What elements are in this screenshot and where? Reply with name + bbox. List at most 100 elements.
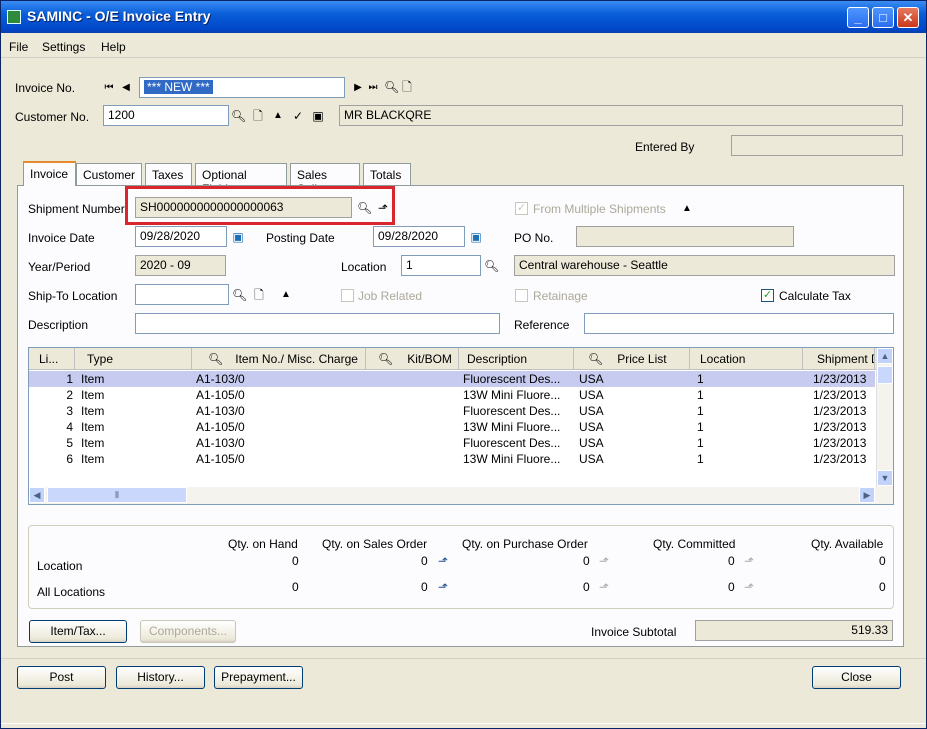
ship-to-zoom-icon[interactable]: ▲ [279, 288, 293, 302]
invoice-date-calendar-icon[interactable]: ▣ [231, 230, 245, 244]
new-invoice-icon[interactable]: 🗋 [400, 80, 414, 94]
cell-line[interactable]: 1 [29, 371, 73, 387]
col-item-no[interactable]: 🔍︎ Item No./ Misc. Charge [192, 348, 366, 370]
tab-sales-split[interactable]: Sales Split [290, 163, 360, 196]
table-row[interactable]: 2 Item A1-105/0 13W Mini Fluore... USA 1 1/23/… [29, 387, 875, 403]
table-row[interactable]: 3 Item A1-103/0 Fluorescent Des... USA 1 1/23/… [29, 403, 875, 419]
cell-line[interactable]: 4 [29, 419, 73, 435]
cell-kit[interactable] [369, 403, 455, 419]
cell-location[interactable]: 1 [697, 435, 797, 451]
cell-type[interactable]: Item [81, 419, 181, 435]
maximize-button[interactable]: □ [872, 7, 894, 28]
cell-item[interactable]: A1-105/0 [196, 451, 356, 467]
item-finder-icon[interactable]: 🔍︎ [208, 352, 223, 366]
table-row[interactable]: 4 Item A1-105/0 13W Mini Fluore... USA 1 1/23/… [29, 419, 875, 435]
retainage-checkbox[interactable] [515, 289, 528, 302]
cell-line[interactable]: 5 [29, 435, 73, 451]
reference-field[interactable] [584, 313, 894, 334]
tab-invoice[interactable]: Invoice [23, 161, 76, 186]
components-button[interactable]: Components... [140, 620, 236, 643]
cell-price-list[interactable]: USA [579, 451, 679, 467]
cell-location[interactable]: 1 [697, 403, 797, 419]
scroll-left-button[interactable]: ◀ [29, 487, 45, 503]
first-record-icon[interactable]: ⏮ [102, 81, 116, 95]
sales-order-drilldown-icon[interactable]: ⬏ [436, 554, 450, 568]
invoice-no-field[interactable]: *** NEW *** [139, 77, 345, 98]
tab-totals[interactable]: Totals [363, 163, 411, 185]
cell-item[interactable]: A1-103/0 [196, 435, 356, 451]
detail-grid[interactable]: Li... Type 🔍︎ Item No./ Misc. Charge 🔍︎ Ki… [28, 347, 894, 505]
cell-location[interactable]: 1 [697, 371, 797, 387]
cell-ship-date[interactable]: 1/23/2013 [813, 419, 875, 435]
committed-drilldown-icon[interactable]: ⬏ [742, 554, 756, 568]
tab-optional-fields[interactable]: Optional Fields [195, 163, 287, 196]
cell-desc[interactable]: 13W Mini Fluore... [463, 451, 569, 467]
cell-ship-date[interactable]: 1/23/2013 [813, 403, 875, 419]
cell-price-list[interactable]: USA [579, 403, 679, 419]
cell-type[interactable]: Item [81, 371, 181, 387]
customer-finder-icon[interactable]: 🔍︎ [231, 109, 246, 123]
cell-line[interactable]: 3 [29, 403, 73, 419]
location-field[interactable]: 1 [401, 255, 481, 276]
cell-type[interactable]: Item [81, 387, 181, 403]
col-type[interactable]: Type [75, 348, 192, 370]
tab-taxes[interactable]: Taxes [145, 163, 192, 185]
cell-line[interactable]: 2 [29, 387, 73, 403]
cell-kit[interactable] [369, 371, 455, 387]
cell-item[interactable]: A1-105/0 [196, 419, 356, 435]
previous-record-icon[interactable]: ◀ [119, 81, 133, 95]
col-line[interactable]: Li... [29, 348, 75, 370]
cell-ship-date[interactable]: 1/23/2013 [813, 451, 875, 467]
col-location[interactable]: Location [690, 348, 803, 370]
scroll-right-button[interactable]: ▶ [859, 487, 875, 503]
cell-ship-date[interactable]: 1/23/2013 [813, 435, 875, 451]
tab-customer[interactable]: Customer [76, 163, 142, 185]
horizontal-scrollbar[interactable]: ◀ ⦀ ▶ [29, 487, 893, 504]
history-button[interactable]: History... [116, 666, 205, 689]
multiple-shipments-zoom-icon[interactable]: ▲ [680, 202, 694, 216]
cell-price-list[interactable]: USA [579, 371, 679, 387]
cell-type[interactable]: Item [81, 435, 181, 451]
ship-to-location-field[interactable] [135, 284, 229, 305]
table-row[interactable]: 6 Item A1-105/0 13W Mini Fluore... USA 1 1/23/… [29, 451, 875, 467]
col-kit-bom[interactable]: 🔍︎ Kit/BOM [366, 348, 459, 370]
minimize-button[interactable]: _ [847, 7, 869, 28]
zoom-up-icon[interactable]: ▲ [271, 109, 285, 123]
all-purchase-order-drilldown-icon[interactable]: ⬏ [597, 580, 611, 594]
invoice-finder-icon[interactable]: 🔍︎ [384, 80, 399, 94]
cell-item[interactable]: A1-103/0 [196, 371, 356, 387]
cell-location[interactable]: 1 [697, 387, 797, 403]
check-credit-icon[interactable]: ✓ [291, 109, 305, 123]
cell-type[interactable]: Item [81, 451, 181, 467]
col-shipment-date[interactable]: Shipment D [803, 348, 875, 370]
ship-to-finder-icon[interactable]: 🔍︎ [232, 288, 247, 302]
cell-desc[interactable]: 13W Mini Fluore... [463, 387, 569, 403]
cell-kit[interactable] [369, 419, 455, 435]
invoice-date-field[interactable]: 09/28/2020 [135, 226, 227, 247]
close-button[interactable]: Close [812, 666, 901, 689]
price-list-finder-icon[interactable]: 🔍︎ [588, 352, 603, 366]
customer-no-field[interactable]: 1200 [103, 105, 229, 126]
from-multiple-shipments-checkbox[interactable]: ✓ [515, 202, 528, 215]
all-sales-order-drilldown-icon[interactable]: ⬏ [436, 580, 450, 594]
cell-desc[interactable]: Fluorescent Des... [463, 371, 569, 387]
cell-ship-date[interactable]: 1/23/2013 [813, 387, 875, 403]
customer-info-icon[interactable]: ▣ [311, 109, 325, 123]
post-button[interactable]: Post [17, 666, 106, 689]
table-row[interactable]: 1 Item A1-103/0 Fluorescent Des... USA 1 1/23/… [29, 371, 875, 387]
calculate-tax-checkbox[interactable]: ✓ [761, 289, 774, 302]
menu-help[interactable]: Help [101, 40, 126, 54]
title-bar[interactable]: SAMINC - O/E Invoice Entry _ □ ✕ [1, 1, 926, 33]
scroll-up-button[interactable]: ▲ [877, 348, 893, 364]
cell-kit[interactable] [369, 451, 455, 467]
cell-ship-date[interactable]: 1/23/2013 [813, 371, 875, 387]
new-customer-icon[interactable]: 🗋 [251, 109, 265, 123]
po-no-field[interactable] [576, 226, 794, 247]
description-field[interactable] [135, 313, 500, 334]
all-committed-drilldown-icon[interactable]: ⬏ [742, 580, 756, 594]
cell-kit[interactable] [369, 387, 455, 403]
vertical-scroll-thumb[interactable] [877, 366, 893, 384]
cell-kit[interactable] [369, 435, 455, 451]
scroll-down-button[interactable]: ▼ [877, 470, 893, 486]
vertical-scrollbar[interactable]: ▲ ▼ [876, 348, 893, 488]
